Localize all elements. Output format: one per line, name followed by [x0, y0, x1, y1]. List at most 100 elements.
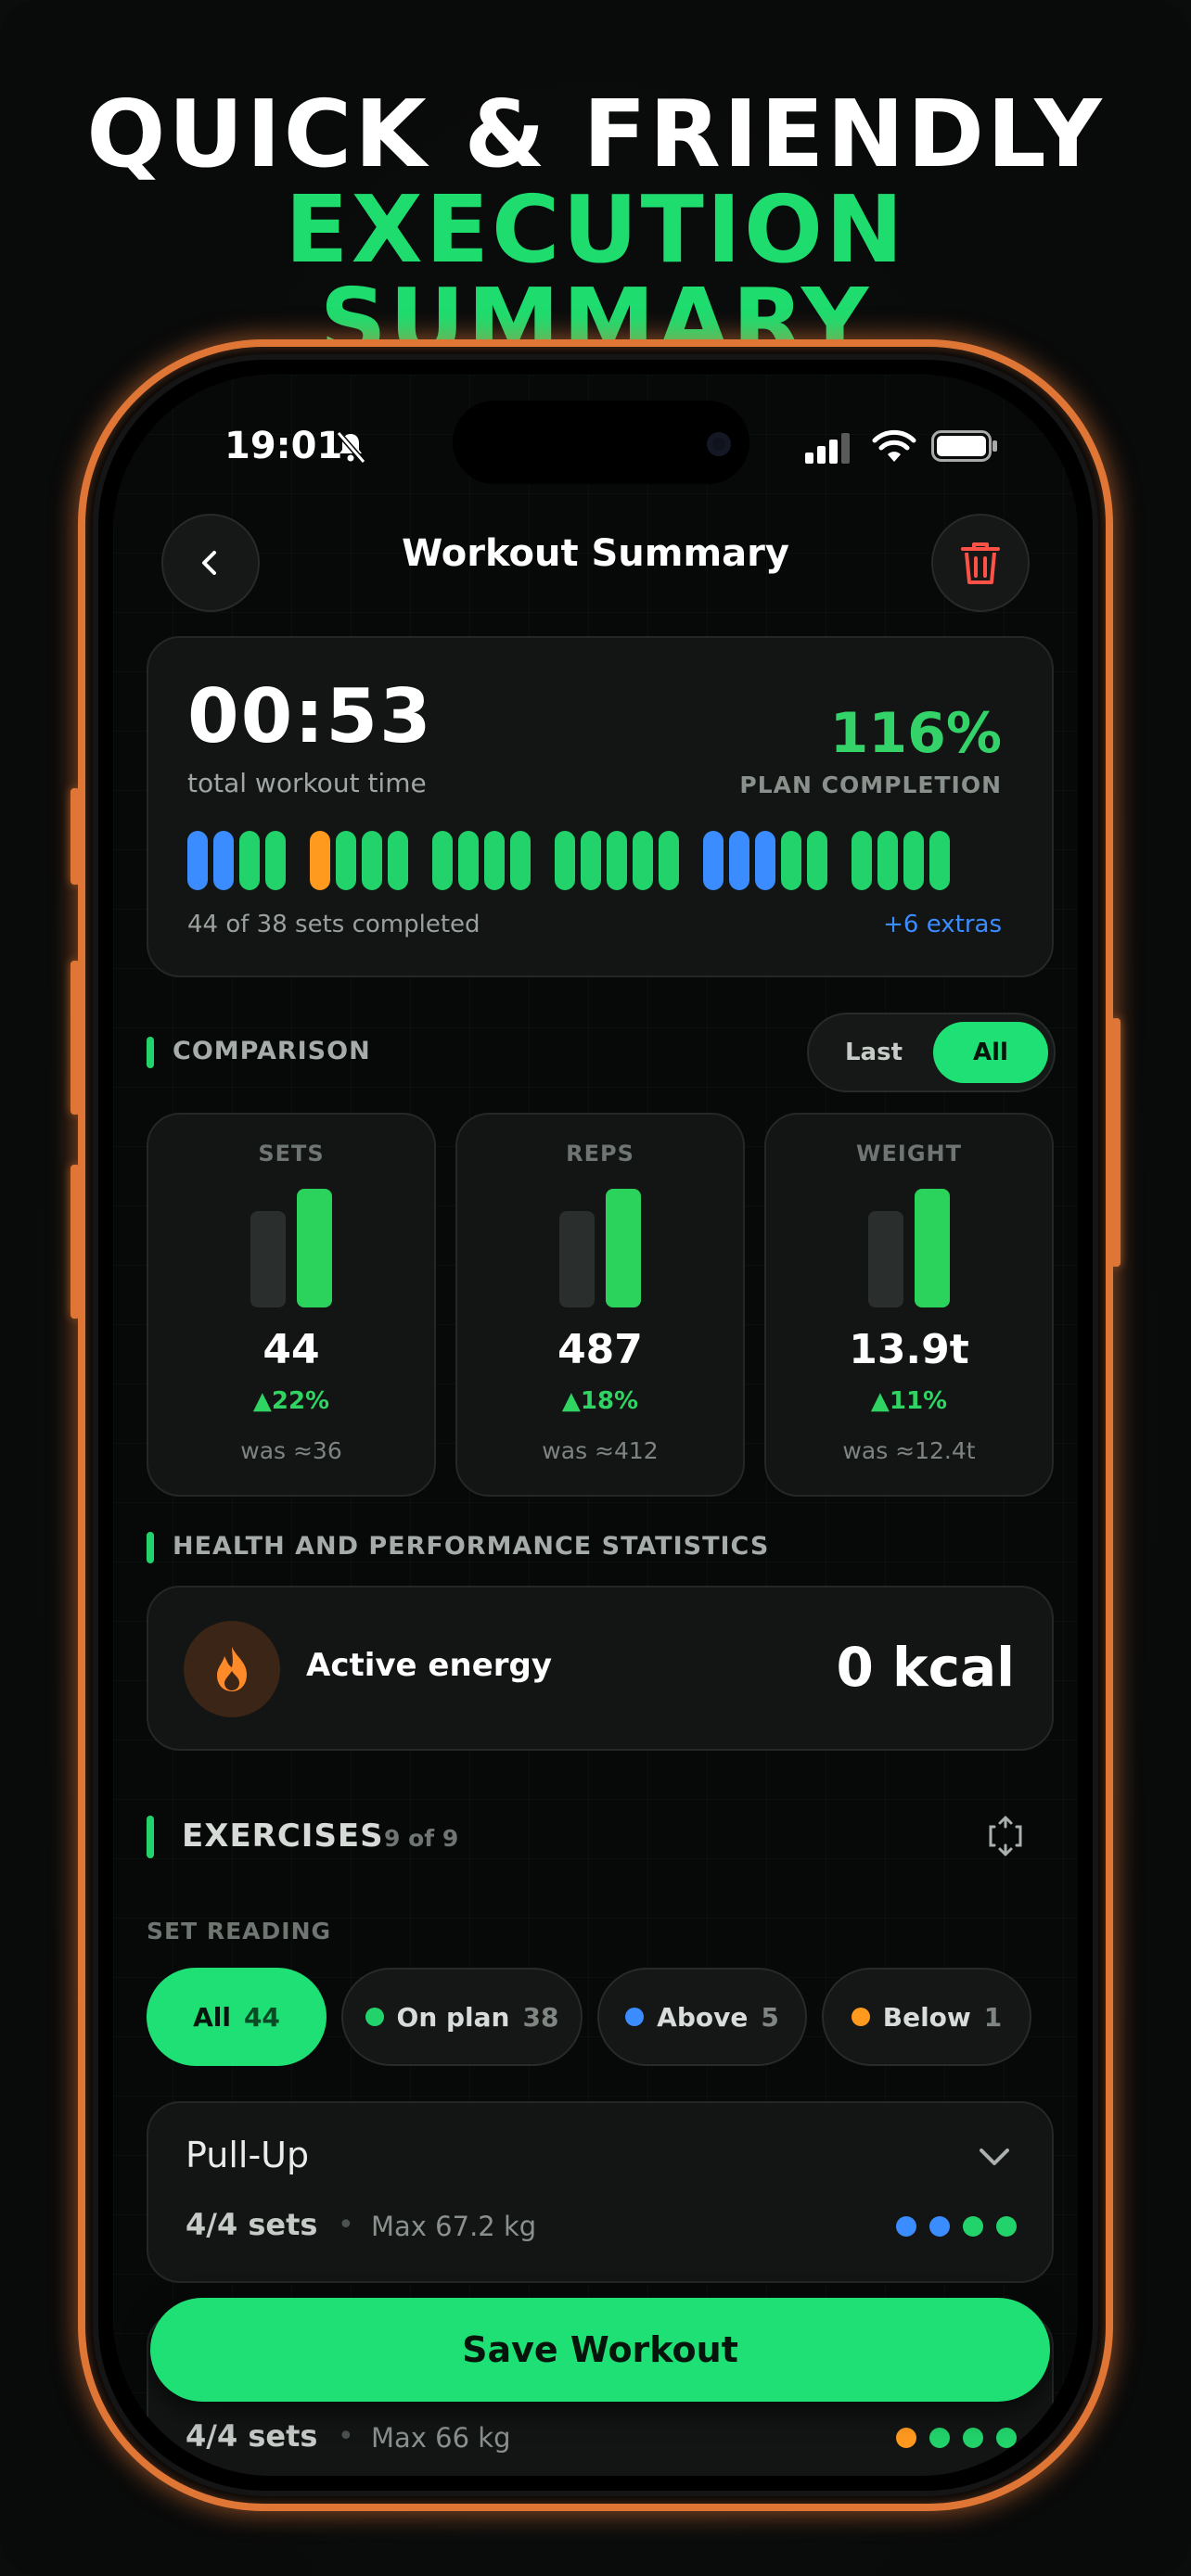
filter-label: On plan	[396, 2001, 510, 2033]
active-energy-value: 0 kcal	[836, 1636, 1015, 1699]
set-bar	[607, 831, 627, 890]
toggle-all[interactable]: All	[933, 1022, 1048, 1083]
set-bar	[659, 831, 679, 890]
set-bar	[633, 831, 653, 890]
filter-label: Above	[657, 2001, 749, 2033]
status-time: 19:01	[224, 425, 343, 467]
filter-chip-all[interactable]: All 44	[147, 1968, 327, 2066]
above-dot-icon	[625, 2008, 645, 2026]
comparison-delta: ▲11%	[870, 1387, 948, 1415]
set-bar	[781, 831, 801, 890]
set-bar	[755, 831, 775, 890]
set-bar	[362, 831, 382, 890]
set-bar	[213, 831, 234, 890]
set-status-dot	[896, 2428, 916, 2448]
comparison-previous: was ≈412	[542, 1437, 659, 1464]
set-group-gap	[291, 831, 304, 890]
battery-icon	[931, 430, 997, 462]
set-bar	[729, 831, 749, 890]
comparison-value: 487	[557, 1326, 643, 1373]
front-camera	[707, 432, 731, 456]
expand-collapse-icon[interactable]	[983, 1814, 1028, 1858]
chevron-left-icon	[202, 551, 216, 575]
filter-count: 38	[522, 2001, 559, 2033]
comparison-delta: ▲18%	[561, 1387, 639, 1415]
previous-bar	[868, 1211, 903, 1307]
plan-completion-label: PLAN COMPLETION	[739, 772, 1002, 798]
set-status-dot	[929, 2216, 950, 2237]
current-bar	[915, 1189, 950, 1307]
exercise-card-pull-up[interactable]: Pull-Up 4/4 sets • Max 67.2 kg	[147, 2101, 1054, 2283]
set-bar	[432, 831, 453, 890]
headline-line-1: QUICK & FRIENDLY	[86, 80, 1105, 188]
health-label: HEALTH AND PERFORMANCE STATISTICS	[173, 1532, 770, 1561]
delete-workout-button[interactable]	[931, 514, 1030, 612]
exercises-title: EXERCISES	[182, 1817, 384, 1855]
exercises-count: 9 of 9	[384, 1825, 459, 1852]
filter-chip-below[interactable]: Below 1	[822, 1968, 1031, 2066]
separator-dot: •	[338, 2420, 354, 2453]
exercise-set-dots	[896, 2216, 1017, 2237]
extras-count: +6 extras	[883, 911, 1002, 938]
page-title: Workout Summary	[402, 532, 789, 575]
comparison-previous: was ≈12.4t	[842, 1437, 976, 1464]
previous-bar	[250, 1211, 286, 1307]
set-bar	[903, 831, 924, 890]
set-bar	[458, 831, 479, 890]
active-energy-card[interactable]: Active energy 0 kcal	[147, 1586, 1054, 1751]
set-status-dot	[996, 2428, 1017, 2448]
set-bar	[581, 831, 601, 890]
back-button[interactable]	[161, 514, 260, 612]
filter-chip-above[interactable]: Above 5	[597, 1968, 807, 2066]
active-energy-label: Active energy	[306, 1647, 553, 1684]
flame-icon	[217, 1647, 247, 1691]
current-bar	[297, 1189, 332, 1307]
comparison-card-weight: WEIGHT 13.9t ▲11% was ≈12.4t	[764, 1113, 1054, 1497]
comparison-card-sets: SETS 44 ▲22% was ≈36	[147, 1113, 436, 1497]
plan-completion-value: 116%	[829, 701, 1002, 766]
set-status-dot	[963, 2428, 983, 2448]
comparison-label: COMPARISON	[173, 1037, 371, 1065]
set-status-dot	[896, 2216, 916, 2237]
set-reading-label: SET READING	[147, 1918, 332, 1945]
set-bar	[929, 831, 950, 890]
comparison-card-heading: REPS	[566, 1141, 634, 1167]
toggle-last[interactable]: Last	[827, 1014, 920, 1090]
exercise-set-dots	[896, 2428, 1017, 2448]
app-screen: 19:01 Workout Summary 00:53 total workou…	[113, 375, 1078, 2476]
phone-bezel: 19:01 Workout Summary 00:53 total workou…	[93, 354, 1098, 2496]
set-bar	[484, 831, 505, 890]
filter-count: 44	[243, 2001, 280, 2033]
filter-label: Below	[882, 2001, 971, 2033]
set-bar	[852, 831, 872, 890]
set-bar	[703, 831, 724, 890]
set-bar	[239, 831, 260, 890]
filter-chip-on-plan[interactable]: On plan 38	[341, 1968, 583, 2066]
set-bar	[877, 831, 898, 890]
set-group-gap	[414, 831, 427, 890]
exercise-sets: 4/4 sets	[186, 2418, 318, 2454]
cellular-signal-icon	[805, 433, 850, 464]
set-bar	[388, 831, 408, 890]
filter-label: All	[193, 2001, 231, 2033]
dynamic-island	[453, 401, 749, 484]
set-bar	[555, 831, 575, 890]
exercise-name: Pull-Up	[186, 2135, 310, 2175]
promo-background: QUICK & FRIENDLY EXECUTION SUMMARY 19:01	[0, 0, 1191, 2576]
set-status-dot	[963, 2216, 983, 2237]
sets-completed-note: 44 of 38 sets completed	[187, 911, 480, 938]
exercise-max: Max 67.2 kg	[371, 2211, 537, 2242]
below-dot-icon	[851, 2008, 870, 2026]
exercise-sets: 4/4 sets	[186, 2207, 318, 2242]
comparison-previous: was ≈36	[240, 1437, 342, 1464]
chevron-down-icon[interactable]	[976, 2144, 1013, 2170]
wifi-icon	[872, 429, 916, 462]
comparison-card-heading: WEIGHT	[856, 1141, 962, 1167]
comparison-toggle[interactable]: Last All	[807, 1013, 1056, 1092]
current-bar	[606, 1189, 641, 1307]
set-status-dot	[996, 2216, 1017, 2237]
trash-icon	[961, 542, 1000, 584]
comparison-value: 44	[263, 1326, 320, 1373]
save-workout-button[interactable]: Save Workout	[150, 2298, 1050, 2402]
comparison-delta: ▲22%	[252, 1387, 330, 1415]
